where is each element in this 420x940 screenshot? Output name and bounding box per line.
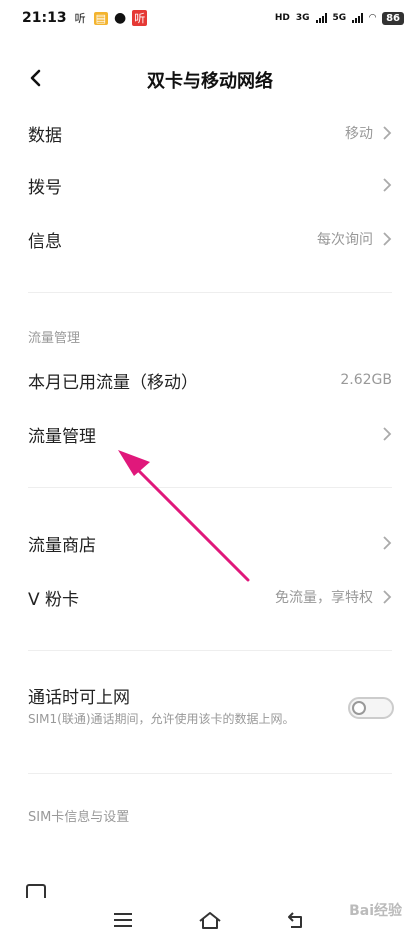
wifi-icon: ◠ [369,13,377,23]
net2-label: 5G [332,13,347,23]
monthly-usage-row: 本月已用流量（移动） 2.62GB [0,353,420,407]
traffic-section-label: 流量管理 [28,331,81,346]
chat-bubble-icon: ● [113,10,127,26]
vfan-card-row[interactable]: V 粉卡 免流量，享特权 [0,570,420,624]
back-nav-button[interactable] [281,904,313,936]
call-data-title: 通话时可上网 [28,688,130,708]
status-bar: 21:13 听 ▤ ● 听 HD 3G 5G ◠ 86 [0,0,420,36]
traffic-store-row[interactable]: 流量商店 [0,516,420,570]
traffic-store-right [383,536,392,550]
home-button[interactable] [194,904,226,936]
traffic-store-title: 流量商店 [28,535,96,556]
chevron-right-icon [383,178,392,192]
data-row-title: 数据 [28,125,62,146]
header: 双卡与移动网络 [0,50,420,110]
call-data-toggle[interactable] [348,697,394,719]
signal-2-icon [352,13,364,23]
dial-row[interactable]: 拨号 [0,158,420,212]
hd-icon: HD [274,13,290,23]
monthly-usage-title: 本月已用流量（移动） [28,372,198,393]
status-left: 21:13 听 ▤ ● 听 [22,10,148,26]
vfan-card-title: V 粉卡 [28,589,80,610]
vfan-card-value: 免流量，享特权 [275,590,373,606]
toggle-knob [352,701,366,715]
chevron-right-icon [383,126,392,140]
data-row-value: 移动 [345,126,373,142]
data-row-right: 移动 [345,123,392,143]
monthly-usage-right: 2.62GB [340,372,392,388]
data-row[interactable]: 数据 移动 [0,108,420,158]
page-title: 双卡与移动网络 [147,71,273,92]
status-time: 21:13 [22,10,67,26]
message-row-title: 信息 [28,231,62,252]
menu-button[interactable] [107,904,139,936]
settings-list: 数据 移动 拨号 信息 每次询问 流量管理 本月已用流量（移动） 2.62GB … [0,108,420,832]
dial-row-title: 拨号 [28,177,62,198]
traffic-manage-title: 流量管理 [28,426,96,447]
message-row-value: 每次询问 [317,232,373,248]
menu-icon [114,913,133,927]
notification-app-icon: ▤ [93,11,108,25]
listen-app-icon: 听 [74,12,86,25]
signal-1-icon [315,13,327,23]
chevron-right-icon [383,536,392,550]
traffic-manage-right [383,427,392,441]
dial-row-right [383,178,392,192]
traffic-manage-row[interactable]: 流量管理 [0,407,420,461]
listen-app-red-icon: 听 [132,10,148,26]
battery-icon: 86 [382,11,404,25]
call-data-desc: SIM1(联通)通话期间，允许使用该卡的数据上网。 [28,712,295,726]
chevron-right-icon [383,590,392,604]
sim-section-label: SIM卡信息与设置 [28,810,130,825]
home-icon [199,912,221,929]
call-data-row: 通话时可上网 SIM1(联通)通话期间，允许使用该卡的数据上网。 [0,671,420,755]
vfan-card-right: 免流量，享特权 [275,587,392,607]
watermark: Bai经验 [349,903,402,919]
status-right: HD 3G 5G ◠ 86 [274,11,404,25]
message-row[interactable]: 信息 每次询问 [0,212,420,266]
message-row-right: 每次询问 [317,229,392,249]
monthly-usage-value: 2.62GB [340,372,392,388]
net1-label: 3G [295,13,310,23]
chevron-right-icon [383,232,392,246]
sim-card-icon [26,884,46,898]
back-nav-icon [287,912,302,928]
chevron-right-icon [383,427,392,441]
